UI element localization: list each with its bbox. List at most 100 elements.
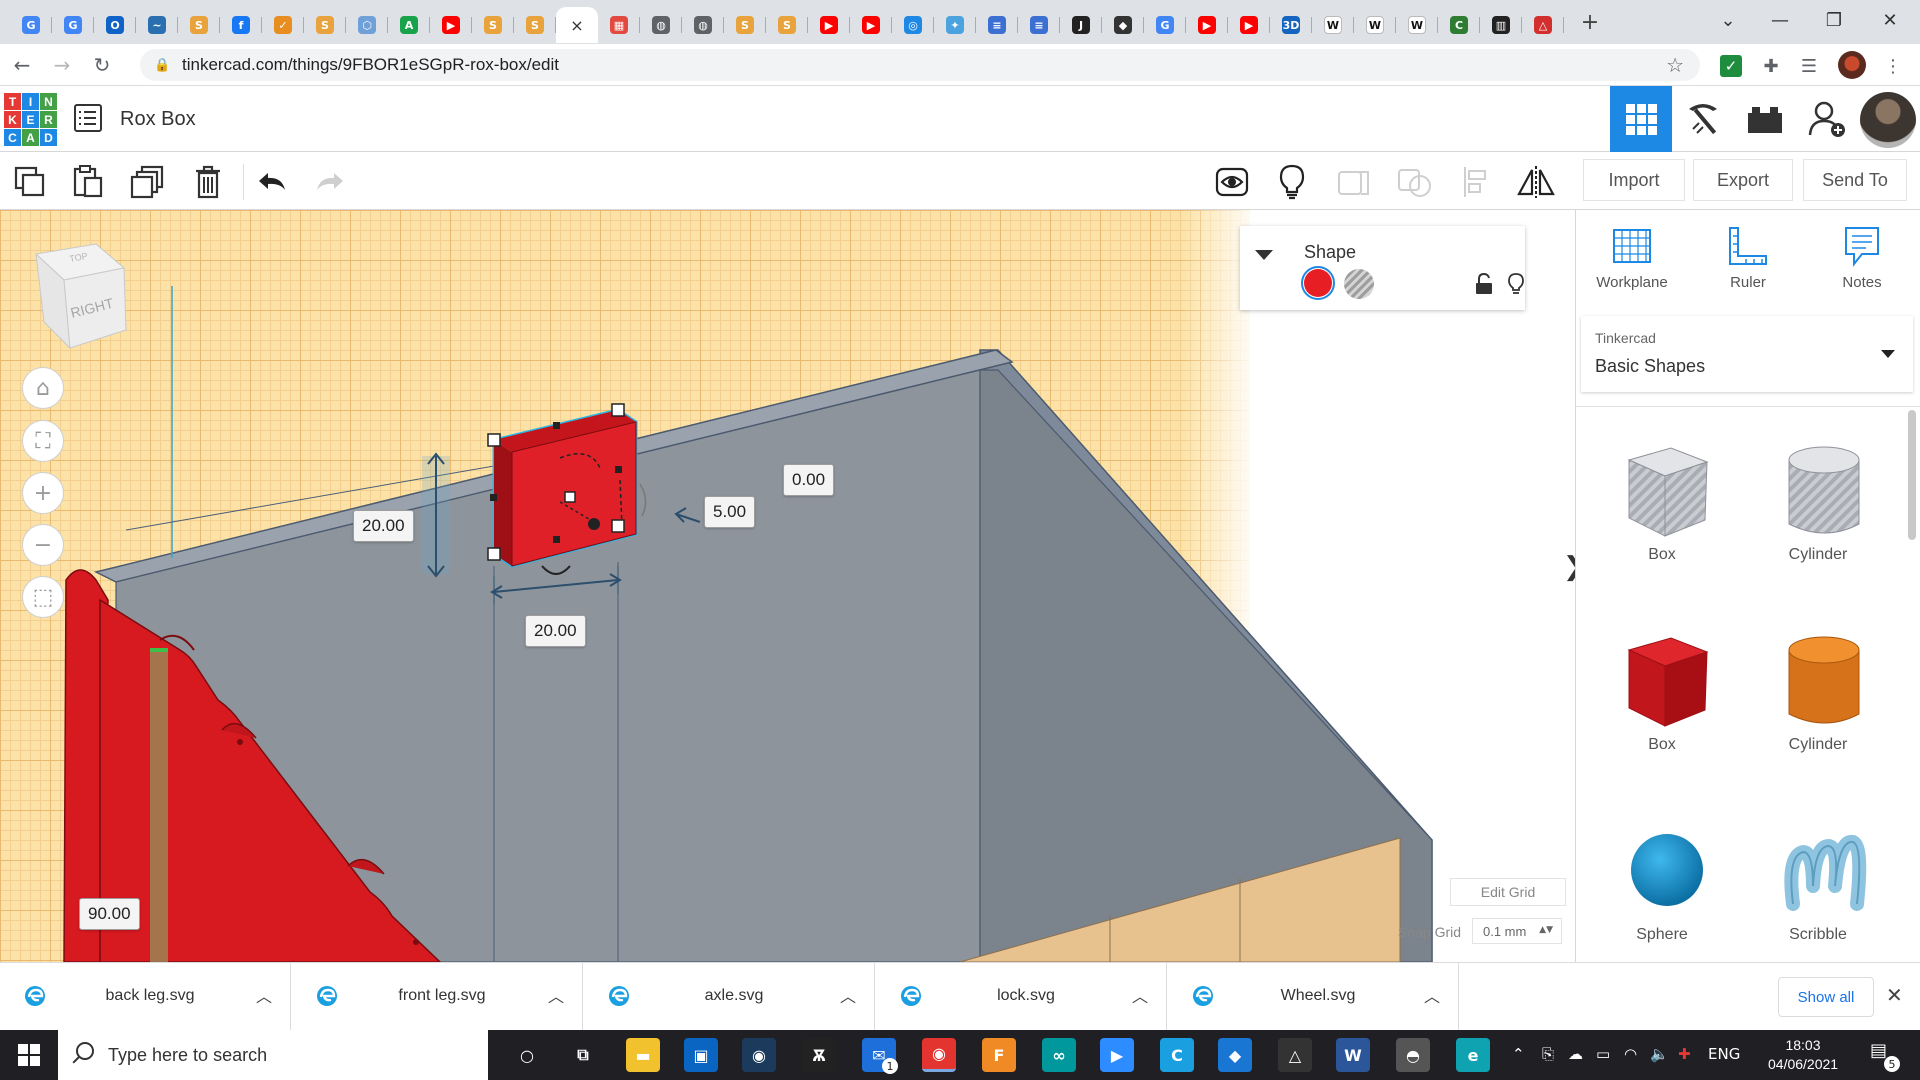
perspective-icon[interactable]: ⬚ (22, 576, 64, 618)
notes-tool[interactable]: Notes (1812, 224, 1912, 304)
3d-view-icon[interactable] (1610, 86, 1672, 152)
shape-box[interactable]: Box (1587, 600, 1737, 780)
depth-dimension-field[interactable]: 5.00 (704, 496, 756, 528)
tab-search-icon[interactable]: ⌄ (1700, 0, 1756, 40)
language-indicator[interactable]: ENG (1708, 1045, 1740, 1063)
close-window-icon[interactable]: ✕ (1862, 0, 1918, 40)
browser-tab[interactable]: G (10, 7, 52, 43)
task-view-icon[interactable]: ⧉ (566, 1038, 600, 1072)
minimize-icon[interactable]: — (1752, 0, 1808, 40)
download-item[interactable]: front leg.svg ︿ (292, 963, 583, 1031)
light-bulb-icon[interactable] (1270, 160, 1314, 204)
browser-tab[interactable]: ▦ (598, 7, 640, 43)
browser-tab[interactable]: ◆ (1102, 7, 1144, 43)
onedrive-icon[interactable]: ☁ (1568, 1045, 1583, 1063)
paste-icon[interactable] (66, 160, 110, 204)
alienware-icon[interactable]: Ѫ (802, 1038, 836, 1072)
group-icon[interactable] (1332, 160, 1376, 204)
fusion-icon[interactable]: F (982, 1038, 1016, 1072)
lock-icon[interactable] (1472, 272, 1496, 296)
cura-icon[interactable]: C (1160, 1038, 1194, 1072)
delete-icon[interactable] (186, 160, 230, 204)
show-all-icon[interactable] (1210, 160, 1254, 204)
red-box-side[interactable] (494, 440, 512, 566)
reading-list-icon[interactable]: ☰ (1796, 53, 1822, 79)
url-field[interactable]: 🔒 tinkercad.com/things/9FBOR1eSGpR-rox-b… (140, 49, 1700, 81)
export-button[interactable]: Export (1693, 159, 1793, 201)
edge-handle[interactable] (490, 494, 497, 501)
extension-check-icon[interactable]: ✓ (1720, 55, 1742, 77)
mirror-icon[interactable] (1514, 160, 1558, 204)
design-title[interactable]: Rox Box (120, 108, 196, 131)
download-item[interactable]: Wheel.svg ︿ (1168, 963, 1459, 1031)
duplicate-icon[interactable] (126, 160, 170, 204)
steam-icon[interactable]: ◉ (742, 1038, 776, 1072)
browser-tab[interactable]: ◍ (682, 7, 724, 43)
new-tab-icon[interactable]: + (1570, 4, 1610, 40)
resize-handle[interactable] (487, 547, 501, 561)
hat-icon[interactable]: ◓ (1396, 1038, 1430, 1072)
shape-scribble[interactable]: Scribble (1743, 790, 1893, 970)
add-user-icon[interactable] (1796, 86, 1858, 152)
browser-tab[interactable]: S (472, 7, 514, 43)
chrome-icon[interactable]: ◉ (922, 1038, 956, 1072)
browser-tab[interactable]: 3D (1270, 7, 1312, 43)
3d-scene[interactable]: TOP RIGHT (0, 210, 1575, 962)
user-avatar[interactable] (1860, 92, 1916, 148)
download-item[interactable]: back leg.svg ︿ (0, 963, 291, 1031)
browser-tab[interactable]: ▶ (1228, 7, 1270, 43)
wifi-icon[interactable]: ◠ (1624, 1045, 1637, 1063)
solid-color-swatch[interactable] (1301, 266, 1335, 300)
browser-tab[interactable]: ▶ (1186, 7, 1228, 43)
snap-grid-select[interactable]: 0.1 mm ▲▼ (1472, 918, 1562, 944)
download-item[interactable]: axle.svg ︿ (584, 963, 875, 1031)
tinkercad-logo[interactable]: TIN KER CAD (4, 93, 57, 146)
volume-icon[interactable]: 🔈 (1650, 1045, 1669, 1063)
shape-cylinder-hole[interactable]: Cylinder (1743, 410, 1893, 590)
browser-tab[interactable]: ◎ (892, 7, 934, 43)
windows-start-icon[interactable] (18, 1044, 40, 1066)
profile-avatar[interactable] (1838, 51, 1866, 79)
hole-swatch[interactable] (1344, 269, 1374, 299)
browser-tab-active[interactable]: × (556, 7, 598, 43)
back-icon[interactable]: ← (4, 47, 40, 83)
taskbar-clock[interactable]: 18:03 04/06/2021 (1768, 1036, 1838, 1074)
usb-icon[interactable]: ⎘ (1542, 1045, 1554, 1063)
browser-tab[interactable]: W (1354, 7, 1396, 43)
send-to-button[interactable]: Send To (1803, 159, 1907, 201)
edge-handle[interactable] (553, 536, 560, 543)
browser-tab[interactable]: ▶ (808, 7, 850, 43)
inkscape-icon[interactable]: △ (1278, 1038, 1312, 1072)
elevation-dimension-field[interactable]: 0.00 (783, 464, 835, 496)
extensions-puzzle-icon[interactable]: ✚ (1758, 53, 1784, 79)
browser-tab[interactable]: S (724, 7, 766, 43)
edge-icon[interactable]: e (1456, 1038, 1490, 1072)
store-icon[interactable]: ▣ (684, 1038, 718, 1072)
zoom-icon[interactable]: ▶ (1100, 1038, 1134, 1072)
browser-tab[interactable]: G (52, 7, 94, 43)
fit-view-icon[interactable]: ⛶ (22, 420, 64, 462)
browser-tab[interactable]: ▶ (430, 7, 472, 43)
collapse-inspector-icon[interactable] (1248, 240, 1280, 270)
panel-scrollbar[interactable] (1908, 410, 1916, 540)
browser-tab[interactable]: G (1144, 7, 1186, 43)
panel-toggle-icon[interactable]: ❯ (1563, 550, 1575, 584)
browser-tab[interactable]: ≡ (976, 7, 1018, 43)
height-dimension-field[interactable]: 20.00 (353, 510, 414, 542)
resize-handle[interactable] (611, 519, 625, 533)
edit-grid-button[interactable]: Edit Grid (1450, 878, 1566, 906)
antivirus-icon[interactable]: ✚ (1678, 1045, 1691, 1063)
edge-handle[interactable] (553, 422, 560, 429)
browser-tab[interactable]: C (1438, 7, 1480, 43)
kite-icon[interactable]: ◆ (1218, 1038, 1252, 1072)
taskbar-search[interactable]: Type here to search (58, 1030, 488, 1080)
bookmark-star-icon[interactable]: ☆ (1666, 53, 1684, 77)
pickaxe-icon[interactable] (1672, 86, 1734, 152)
shape-cylinder[interactable]: Cylinder (1743, 600, 1893, 780)
undo-icon[interactable] (250, 160, 294, 204)
browser-tab[interactable]: ▶ (850, 7, 892, 43)
browser-menu-icon[interactable]: ⋮ (1880, 53, 1906, 79)
zoom-out-icon[interactable]: − (22, 524, 64, 566)
browser-tab[interactable]: ✦ (934, 7, 976, 43)
notifications-icon[interactable]: ▤ (1870, 1040, 1887, 1061)
